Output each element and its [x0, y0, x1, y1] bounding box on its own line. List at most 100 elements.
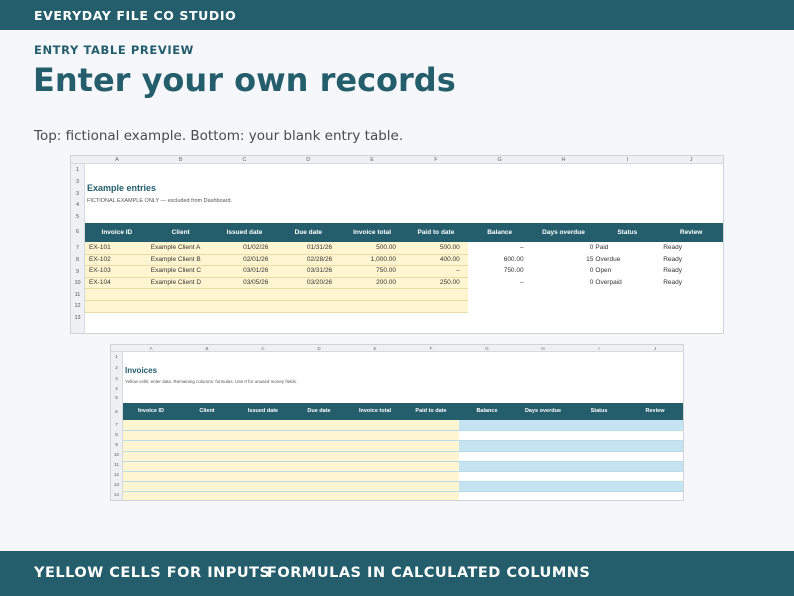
table-cell[interactable]: EX-101	[89, 242, 145, 254]
table-cell[interactable]: –	[468, 277, 524, 289]
row-number[interactable]: 5	[71, 211, 84, 223]
row-number[interactable]: 3	[111, 373, 122, 384]
table-cell[interactable]: 500.00	[340, 242, 396, 254]
table-cell[interactable]: Ready	[663, 265, 719, 277]
table-cell-days-overdue[interactable]: 0	[532, 265, 594, 277]
table-cell-days-overdue[interactable]: 0	[532, 242, 594, 254]
column-letter[interactable]: J	[659, 156, 723, 164]
row-number[interactable]: 10	[111, 450, 122, 460]
column-letter[interactable]: D	[291, 345, 347, 352]
table-header-cell[interactable]: Issued date	[235, 403, 291, 420]
table-cell[interactable]: EX-103	[89, 265, 145, 277]
table-cell[interactable]: 600.00	[468, 254, 524, 266]
column-letter[interactable]: G	[468, 156, 532, 164]
column-letter[interactable]: A	[123, 345, 179, 352]
table-cell[interactable]: Ready	[663, 254, 719, 266]
row-number[interactable]: 12	[111, 470, 122, 480]
table-header-cell[interactable]: Paid to date	[404, 223, 468, 242]
row-number[interactable]: 12	[71, 301, 84, 312]
row-number[interactable]: 14	[111, 490, 122, 500]
column-letter[interactable]: D	[276, 156, 340, 164]
table-header-cell[interactable]: Review	[627, 403, 683, 420]
table-header-cell[interactable]: Invoice total	[340, 223, 404, 242]
table-cell[interactable]: 01/31/26	[276, 242, 332, 254]
row-number[interactable]: 2	[111, 362, 122, 373]
table-cell[interactable]: –	[468, 242, 524, 254]
table-header-cell[interactable]: Paid to date	[403, 403, 459, 420]
table-cell[interactable]: –	[404, 265, 460, 277]
table-cell-status[interactable]: Paid	[595, 242, 659, 254]
table-header-cell[interactable]: Invoice total	[347, 403, 403, 420]
column-letter[interactable]: E	[347, 345, 403, 352]
column-letter[interactable]: H	[532, 156, 596, 164]
row-number[interactable]: 13	[71, 312, 84, 324]
table-header-cell[interactable]: Issued date	[213, 223, 277, 242]
table-cell[interactable]: 250.00	[404, 277, 460, 289]
table-cell[interactable]: EX-104	[89, 277, 145, 289]
table-header-cell[interactable]: Due date	[276, 223, 340, 242]
column-letter[interactable]: J	[627, 345, 683, 352]
table-header-cell[interactable]: Due date	[291, 403, 347, 420]
row-number[interactable]: 3	[71, 188, 84, 200]
table-header-cell[interactable]: Balance	[459, 403, 515, 420]
row-number[interactable]: 1	[111, 352, 122, 362]
table-header-cell[interactable]: Invoice ID	[123, 403, 179, 420]
table-cell[interactable]: Example Client D	[151, 277, 207, 289]
column-letter[interactable]: A	[85, 156, 149, 164]
column-letter[interactable]: E	[340, 156, 404, 164]
table-cell[interactable]: Ready	[663, 277, 719, 289]
column-letter[interactable]: B	[149, 156, 213, 164]
table-cell[interactable]: 400.00	[404, 254, 460, 266]
table-header-cell[interactable]: Invoice ID	[85, 223, 149, 242]
table-cell-status[interactable]: Overpaid	[595, 277, 659, 289]
table-cell[interactable]: Ready	[663, 242, 719, 254]
table-header-cell[interactable]: Days overdue	[515, 403, 571, 420]
row-number[interactable]: 8	[71, 254, 84, 266]
table-cell[interactable]: 750.00	[468, 265, 524, 277]
row-number[interactable]: 1	[71, 164, 84, 176]
table-cell[interactable]: Example Client B	[151, 254, 207, 266]
table-cell[interactable]: Example Client C	[151, 265, 207, 277]
row-number[interactable]: 5	[111, 393, 122, 403]
row-number[interactable]: 6	[111, 403, 122, 420]
table-header-cell[interactable]: Client	[149, 223, 213, 242]
table-cell[interactable]: 1,000.00	[340, 254, 396, 266]
column-letter[interactable]: C	[213, 156, 277, 164]
table-cell[interactable]: 02/28/26	[276, 254, 332, 266]
table-header-cell[interactable]: Status	[595, 223, 659, 242]
column-letter[interactable]: G	[459, 345, 515, 352]
column-letter[interactable]: B	[179, 345, 235, 352]
column-letter[interactable]: C	[235, 345, 291, 352]
table-cell[interactable]: 03/01/26	[213, 265, 268, 277]
column-letter[interactable]: I	[595, 156, 659, 164]
table-cell[interactable]: 03/05/26	[213, 277, 268, 289]
table-header-cell[interactable]: Client	[179, 403, 235, 420]
table-cell-days-overdue[interactable]: 0	[532, 277, 594, 289]
table-header-cell[interactable]: Status	[571, 403, 627, 420]
table-header-cell[interactable]: Days overdue	[532, 223, 596, 242]
table-cell-status[interactable]: Overdue	[595, 254, 659, 266]
column-letter[interactable]: F	[404, 156, 468, 164]
row-number[interactable]: 4	[71, 200, 84, 211]
column-letter[interactable]: H	[515, 345, 571, 352]
table-cell[interactable]: 750.00	[340, 265, 396, 277]
row-number[interactable]: 9	[111, 440, 122, 450]
row-number[interactable]: 6	[71, 223, 84, 242]
row-number[interactable]: 11	[111, 460, 122, 470]
row-number[interactable]: 9	[71, 266, 84, 278]
column-letter[interactable]: F	[403, 345, 459, 352]
row-number[interactable]: 4	[111, 384, 122, 393]
row-number[interactable]: 3	[71, 176, 84, 188]
row-number[interactable]: 10	[71, 278, 84, 289]
row-number[interactable]: 13	[111, 480, 122, 490]
row-number[interactable]: 7	[111, 420, 122, 430]
row-number[interactable]: 8	[111, 430, 122, 440]
table-cell[interactable]: EX-102	[89, 254, 145, 266]
table-cell[interactable]: 01/02/26	[213, 242, 268, 254]
row-number[interactable]: 7	[71, 242, 84, 254]
table-cell[interactable]: 03/20/26	[276, 277, 332, 289]
table-header-cell[interactable]: Balance	[468, 223, 532, 242]
table-cell[interactable]: 02/01/26	[213, 254, 268, 266]
column-letter[interactable]: I	[571, 345, 627, 352]
table-cell[interactable]: 500.00	[404, 242, 460, 254]
